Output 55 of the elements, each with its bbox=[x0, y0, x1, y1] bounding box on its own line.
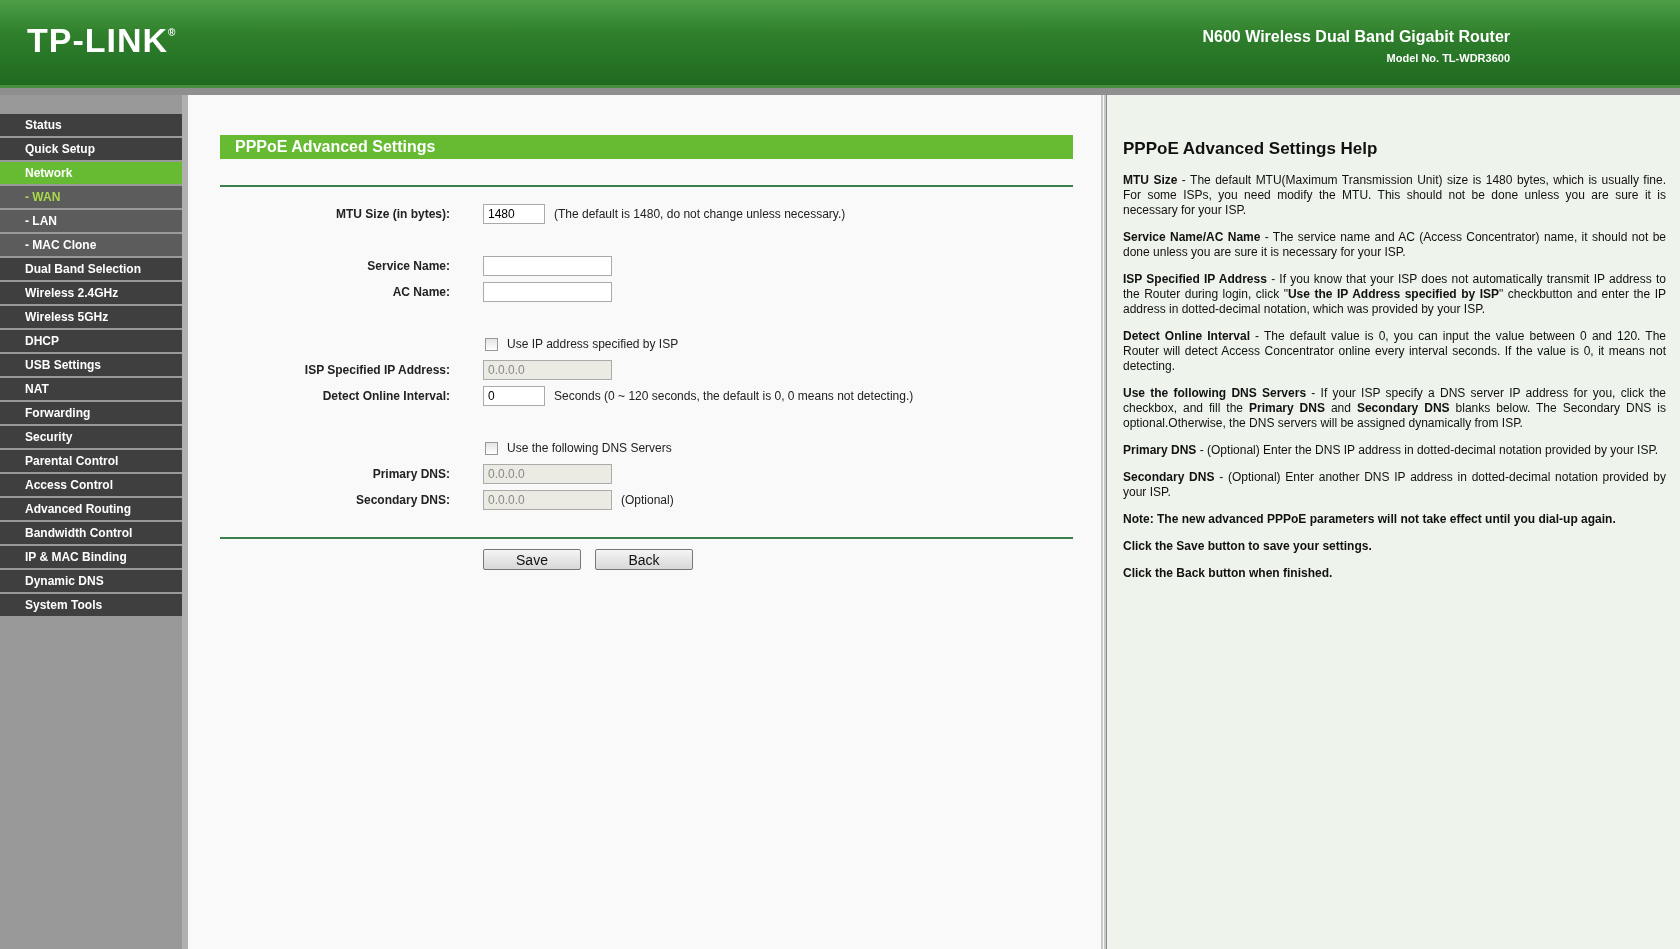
field-hint: Seconds (0 ~ 120 seconds, the default is 0, 0 means not detecting.) bbox=[554, 389, 914, 403]
sidebar-item[interactable]: Bandwidth Control bbox=[0, 522, 182, 544]
help-paragraph: Use the following DNS Servers - If your ISP specify a DNS server IP address for you, click the checkbox, and fill the Primary DNS and Secondary DNS blanks below. The Secondary DNS is optional.Otherwise, the DNS servers will be assigned dynamically from ISP. bbox=[1123, 386, 1666, 431]
input-field[interactable] bbox=[483, 282, 612, 302]
field-label: Secondary DNS: bbox=[354, 493, 450, 507]
help-paragraph: Note: The new advanced PPPoE parameters will not take effect until you dial-up again. bbox=[1123, 512, 1617, 527]
form-button[interactable]: Back bbox=[595, 549, 693, 570]
sidebar-item[interactable]: Forwarding bbox=[0, 402, 182, 424]
sidebar-item[interactable]: Dynamic DNS bbox=[0, 570, 182, 592]
help-paragraph: Click the Save button to save your settings. bbox=[1123, 539, 1373, 554]
sidebar-item[interactable]: DHCP bbox=[0, 330, 182, 352]
sidebar-item[interactable]: - WAN bbox=[0, 186, 182, 208]
field-label: Service Name: bbox=[366, 259, 450, 273]
sidebar-item[interactable]: Wireless 5GHz bbox=[0, 306, 182, 328]
sidebar-item[interactable]: - LAN bbox=[0, 210, 182, 232]
checkbox[interactable] bbox=[485, 441, 498, 455]
checkbox[interactable] bbox=[485, 337, 498, 351]
field-label: AC Name: bbox=[391, 285, 450, 299]
sidebar-item[interactable]: Quick Setup bbox=[0, 138, 182, 160]
section-title: PPPoE Advanced Settings bbox=[220, 135, 1073, 159]
input-field[interactable]: 1480 bbox=[483, 204, 545, 224]
sidebar-item[interactable]: USB Settings bbox=[0, 354, 182, 376]
help-title: PPPoE Advanced Settings Help bbox=[1123, 139, 1379, 159]
field-hint: (The default is 1480, do not change unless necessary.) bbox=[554, 207, 846, 221]
field-label: MTU Size (in bytes): bbox=[335, 207, 450, 221]
field-label: ISP Specified IP Address: bbox=[303, 363, 450, 377]
checkbox-label: Use IP address specified by ISP bbox=[507, 337, 679, 351]
help-paragraph: Click the Back button when finished. bbox=[1123, 566, 1334, 581]
help-paragraph: Primary DNS - (Optional) Enter the DNS IP address in dotted-decimal notation provided by your ISP. bbox=[1123, 443, 1660, 458]
field-hint: (Optional) bbox=[621, 493, 674, 507]
form-button[interactable]: Save bbox=[483, 549, 581, 570]
sidebar-item[interactable]: Access Control bbox=[0, 474, 182, 496]
help-paragraph: Detect Online Interval - The default value is 0, you can input the value between 0 and 120. The Router will detect Access Concentrator online every interval seconds. If the value is 0, it means not detecting. bbox=[1123, 329, 1666, 374]
logo: TP-LINK$^{®}$ bbox=[27, 21, 177, 60]
model-number: Model No. TL-WDR3600 bbox=[1385, 51, 1510, 64]
sidebar-item[interactable]: NAT bbox=[0, 378, 182, 400]
sidebar-item[interactable]: Parental Control bbox=[0, 450, 182, 472]
sidebar-item[interactable]: Status bbox=[0, 114, 182, 136]
help-paragraph: Secondary DNS - (Optional) Enter another DNS IP address in dotted-decimal notation provided by your ISP. bbox=[1123, 470, 1666, 500]
checkbox-label: Use the following DNS Servers bbox=[507, 441, 672, 455]
sidebar-item[interactable]: System Tools bbox=[0, 594, 182, 616]
sidebar-item[interactable]: Security bbox=[0, 426, 182, 448]
sidebar-item[interactable]: Wireless 2.4GHz bbox=[0, 282, 182, 304]
help-paragraph: Service Name/AC Name - The service name and AC (Access Concentrator) name, it should not be done unless you are sure it is necessary for your ISP. bbox=[1123, 230, 1666, 260]
help-paragraph: ISP Specified IP Address - If you know that your ISP does not automatically transmit IP address to the Router during login, click "Use the IP Address specified by ISP" checkbutton and enter the IP address in dotted-decimal notation, which was provided by your ISP. bbox=[1123, 272, 1666, 317]
sidebar-item[interactable]: IP & MAC Binding bbox=[0, 546, 182, 568]
input-field[interactable]: 0 bbox=[483, 386, 545, 406]
sidebar-item[interactable]: - MAC Clone bbox=[0, 234, 182, 256]
help-paragraph: MTU Size - The default MTU(Maximum Transmission Unit) size is 1480 bytes, which is usually fine. For some ISPs, you need modify the MTU. This should not be done unless you are sure it is necessary for your ISP. bbox=[1123, 173, 1666, 218]
field-label: Primary DNS: bbox=[371, 467, 450, 481]
input-field[interactable] bbox=[483, 256, 612, 276]
product-name: N600 Wireless Dual Band Gigabit Router bbox=[1202, 27, 1510, 46]
sidebar-item[interactable]: Advanced Routing bbox=[0, 498, 182, 520]
sidebar-item[interactable]: Dual Band Selection bbox=[0, 258, 182, 280]
field-label: Detect Online Interval: bbox=[321, 389, 450, 403]
